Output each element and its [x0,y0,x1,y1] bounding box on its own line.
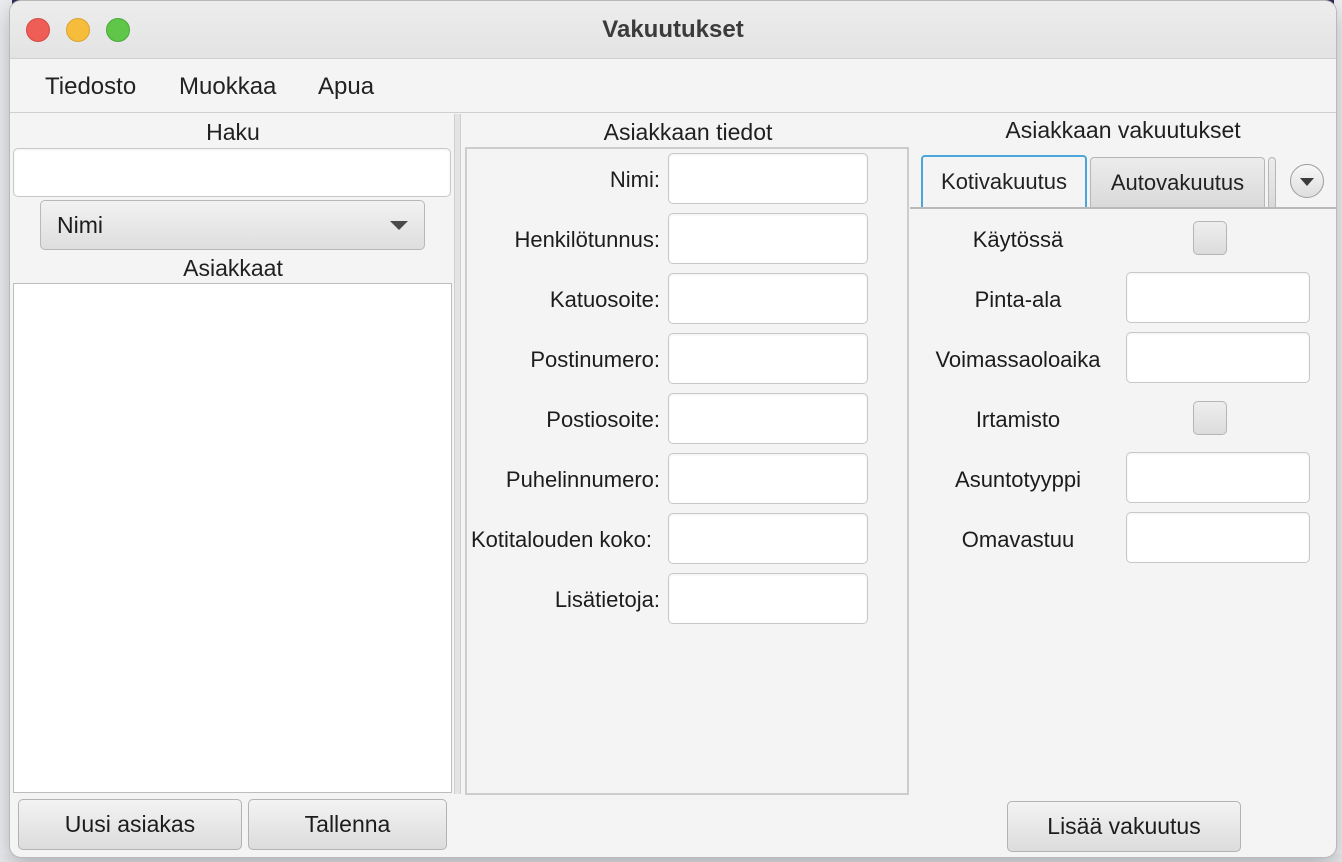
validity-period-field[interactable] [1126,332,1310,383]
label-omavastuu: Omavastuu [961,527,1075,552]
label-kotitalouden-koko: Kotitalouden koko: [471,527,653,552]
app-window: Vakuutukset Tiedosto Muokkaa Apua Haku N… [10,1,1336,857]
label-irtamisto: Irtamisto [975,407,1061,432]
movables-checkbox[interactable] [1193,401,1227,435]
label-lisatietoja: Lisätietoja: [554,587,660,612]
label-katuosoite: Katuosoite: [549,287,660,312]
deductible-field[interactable] [1126,512,1310,563]
split-pane-divider[interactable] [454,114,461,794]
customer-details-header: Asiakkaan tiedot [603,119,773,145]
tab-strip-border [910,207,1336,209]
housing-type-field[interactable] [1126,452,1310,503]
search-header: Haku [206,119,260,145]
label-postinumero: Postinumero: [530,347,660,372]
new-customer-button[interactable]: Uusi asiakas [18,799,242,850]
phone-field[interactable] [668,453,868,504]
customer-list[interactable] [13,283,452,793]
search-input[interactable] [13,148,451,197]
name-field[interactable] [668,153,868,204]
menu-muokkaa[interactable]: Muokkaa [179,73,276,101]
search-field-selected: Nimi [57,212,103,238]
label-puhelinnumero: Puhelinnumero: [505,467,660,492]
label-henkilotunnus: Henkilötunnus: [514,227,660,252]
personal-id-field[interactable] [668,213,868,264]
search-field-dropdown[interactable]: Nimi [40,200,425,250]
label-postiosoite: Postiosoite: [546,407,660,432]
customers-header: Asiakkaat [183,255,283,281]
title-bar: Vakuutukset [10,1,1336,59]
in-use-checkbox[interactable] [1193,221,1227,255]
tab-hidden-partial[interactable] [1268,157,1276,209]
label-asuntotyyppi: Asuntotyyppi [955,467,1081,492]
label-pinta-ala: Pinta-ala [974,287,1062,312]
window-title: Vakuutukset [602,16,744,43]
tab-autovakuutus[interactable]: Autovakuutus [1090,157,1265,209]
postal-code-field[interactable] [668,333,868,384]
tab-overflow-menu-button[interactable] [1290,164,1324,198]
save-button[interactable]: Tallenna [248,799,447,850]
street-address-field[interactable] [668,273,868,324]
label-voimassaoloaika: Voimassaoloaika [935,347,1101,372]
label-nimi: Nimi: [609,167,660,192]
postal-address-field[interactable] [668,393,868,444]
label-kaytossa: Käytössä [972,227,1064,252]
tab-kotivakuutus[interactable]: Kotivakuutus [921,155,1087,209]
menu-tiedosto[interactable]: Tiedosto [45,73,136,101]
household-size-field[interactable] [668,513,868,564]
insurances-header: Asiakkaan vakuutukset [1005,117,1241,143]
menu-bar: Tiedosto Muokkaa Apua [10,60,1336,113]
area-field[interactable] [1126,272,1310,323]
chevron-down-icon [390,221,408,230]
add-insurance-button[interactable]: Lisää vakuutus [1007,801,1241,852]
menu-apua[interactable]: Apua [318,73,374,101]
additional-info-field[interactable] [668,573,868,624]
